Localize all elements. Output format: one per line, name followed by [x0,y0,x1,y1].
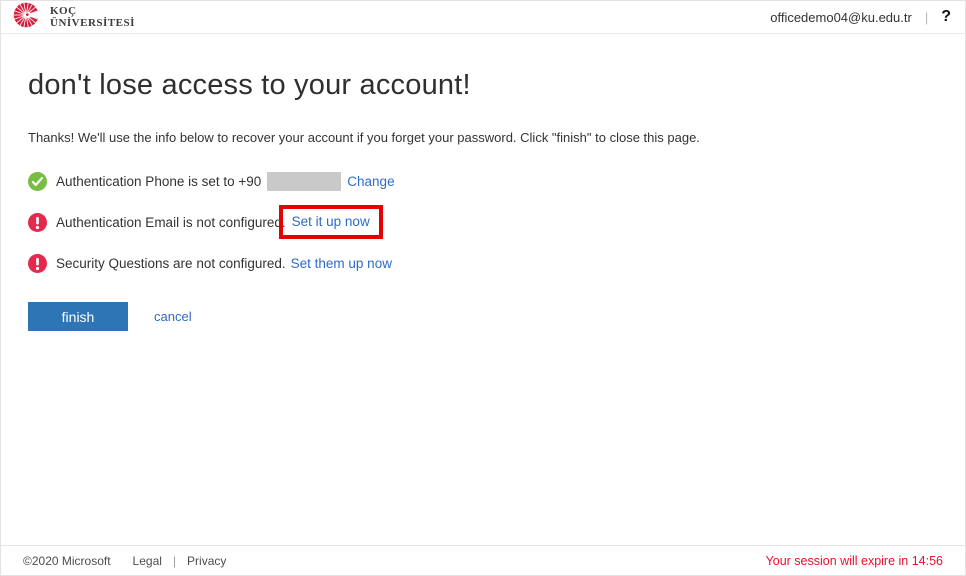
action-buttons: finish cancel [28,302,938,331]
university-logo: KOÇ ÜNİVERSİTESİ [11,0,135,35]
footer-left: ©2020 Microsoft Legal | Privacy [23,554,226,568]
copyright-text: ©2020 Microsoft [23,554,111,568]
main-content: don't lose access to your account! Thank… [1,34,965,331]
session-expiry-message: Your session will expire in 14:56 [766,554,943,568]
security-questions-row: Security Questions are not configured. S… [28,251,938,275]
recovery-options-list: Authentication Phone is set to +90 Chang… [28,169,938,275]
help-button[interactable]: ? [941,8,951,26]
redacted-phone-number [267,172,341,191]
brand-line2: ÜNİVERSİTESİ [50,17,135,29]
header-bar: KOÇ ÜNİVERSİTESİ officedemo04@ku.edu.tr … [1,1,965,34]
warning-exclamation-icon [28,254,47,273]
footer-separator: | [173,554,176,568]
set-up-email-link[interactable]: Set it up now [292,214,370,229]
authentication-email-row: Authentication Email is not configured. … [28,210,938,234]
page-title: don't lose access to your account! [28,69,938,102]
sspr-registration-page: KOÇ ÜNİVERSİTESİ officedemo04@ku.edu.tr … [0,0,966,576]
intro-text: Thanks! We'll use the info below to reco… [28,130,938,145]
header-right: officedemo04@ku.edu.tr | ? [770,8,951,26]
footer-bar: ©2020 Microsoft Legal | Privacy Your ses… [1,545,965,575]
authentication-phone-row: Authentication Phone is set to +90 Chang… [28,169,938,193]
email-status-text: Authentication Email is not configured. [56,215,286,230]
signed-in-user-email: officedemo04@ku.edu.tr [770,10,912,25]
success-check-icon [28,172,47,191]
privacy-link[interactable]: Privacy [187,554,226,568]
brand-line1: KOÇ [50,5,77,17]
security-questions-status-text: Security Questions are not configured. [56,256,286,271]
cancel-link[interactable]: cancel [154,309,192,324]
warning-exclamation-icon [28,213,47,232]
change-phone-link[interactable]: Change [347,174,394,189]
university-name: KOÇ ÜNİVERSİTESİ [50,5,135,29]
finish-button[interactable]: finish [28,302,128,331]
legal-link[interactable]: Legal [133,554,162,568]
set-up-security-questions-link[interactable]: Set them up now [291,256,392,271]
koc-university-fan-icon [11,0,45,35]
annotation-highlight-box: Set it up now [279,205,383,239]
phone-status-text: Authentication Phone is set to +90 [56,174,261,189]
header-separator: | [925,10,928,25]
